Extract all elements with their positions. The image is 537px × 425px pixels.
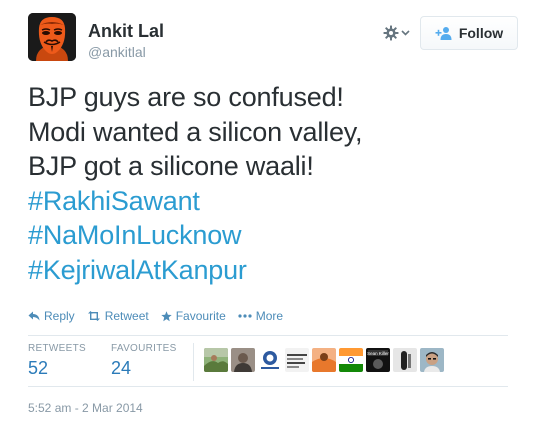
hashtag-link[interactable]: #NaMoInLucknow [28,218,528,253]
tweet-text: BJP guys are so confused! Modi wanted a … [28,80,528,287]
masked-face-icon [28,13,76,61]
indian-flag-icon [339,348,363,372]
favoriter-avatar-text: Sean Killer [367,351,389,356]
favoriter-avatar[interactable] [204,348,228,372]
face-photo-icon [420,348,444,372]
tweet-timestamp[interactable]: 5:52 am - 2 Mar 2014 [28,401,143,415]
stats-divider-top [28,335,508,336]
user-display-name[interactable]: Ankit Lal [88,20,164,42]
hashtag-link[interactable]: #RakhiSawant [28,184,528,219]
favoriter-avatar[interactable] [420,348,444,372]
favoriter-avatar[interactable] [312,348,336,372]
follow-button-label: Follow [458,25,504,41]
retweet-icon [87,311,100,321]
favourite-label: Favourite [175,309,226,323]
three-dots-icon [238,314,252,318]
tweet-card: Ankit Lal @ankitlal Follow BJP guys are … [0,0,537,425]
dark-poster-icon: Sean Killer [366,348,390,372]
favoriter-avatar[interactable] [285,348,309,372]
landscape-photo-icon [204,348,228,372]
favoriter-avatars: Sean Killer [204,348,444,372]
retweets-stat-label: RETWEETS [28,343,86,354]
reply-label: Reply [44,309,75,323]
more-label: More [255,309,284,323]
favoriter-avatar[interactable] [231,348,255,372]
stats-separator [193,343,194,381]
more-button[interactable]: More [238,309,283,323]
chevron-down-icon [401,30,410,36]
retweet-button[interactable]: Retweet [87,309,149,323]
add-user-icon [435,27,452,40]
tweet-actions: Reply Retweet Favourite More [28,309,295,323]
favourites-stat[interactable]: FAVOURITES 24 [111,343,177,381]
bw-portrait-icon [393,348,417,372]
follow-button[interactable]: Follow [420,16,518,50]
retweet-label: Retweet [104,309,149,323]
user-avatar[interactable] [28,13,76,61]
favoriter-avatar[interactable] [393,348,417,372]
reply-arrow-icon [28,311,40,321]
illustrated-figure-icon [312,348,336,372]
favoriter-avatar[interactable] [339,348,363,372]
text-banner-icon [285,348,309,372]
favourite-button[interactable]: Favourite [161,309,226,323]
favoriter-avatar[interactable]: Sean Killer [366,348,390,372]
blue-logo-icon [258,348,282,372]
reply-button[interactable]: Reply [28,309,75,323]
retweets-stat[interactable]: RETWEETS 52 [28,343,86,381]
portrait-photo-icon [231,348,255,372]
tweet-text-line: BJP got a silicone waali! [28,151,314,181]
retweets-count: 52 [28,358,49,378]
star-icon [161,310,172,321]
hashtag-link[interactable]: #KejriwalAtKanpur [28,253,528,288]
tweet-text-line: BJP guys are so confused! [28,82,344,112]
tweet-text-line: Modi wanted a silicon valley, [28,116,363,147]
user-actions-dropdown[interactable] [383,21,415,45]
favourites-count: 24 [111,358,132,378]
stats-divider-bottom [28,386,508,387]
user-handle[interactable]: @ankitlal [88,43,146,61]
favourites-stat-label: FAVOURITES [111,343,177,354]
favoriter-avatar[interactable] [258,348,282,372]
gear-icon [383,25,399,41]
